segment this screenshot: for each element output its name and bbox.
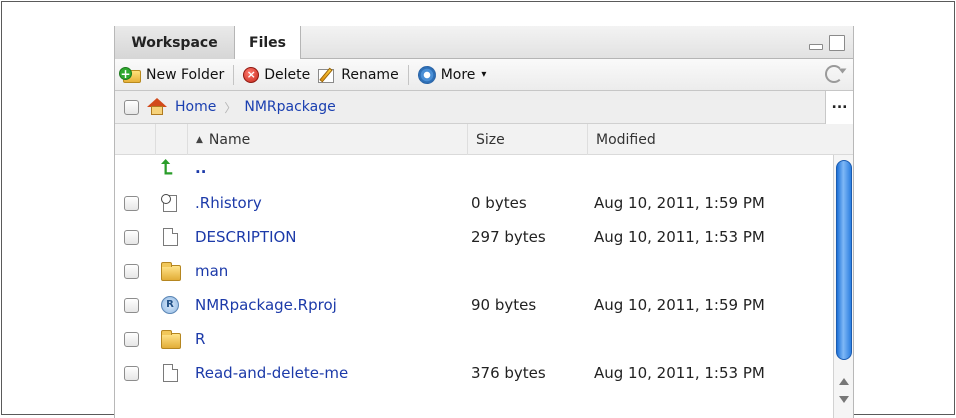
table-row[interactable]: man (115, 254, 835, 288)
header-icon-column (155, 124, 187, 155)
folder-name-link[interactable]: R (195, 330, 205, 348)
go-to-directory-button[interactable]: ... (825, 91, 853, 124)
rename-icon (318, 67, 336, 83)
row-checkbox[interactable] (124, 230, 139, 245)
rename-button[interactable]: Rename (314, 63, 402, 87)
more-label: More (440, 66, 476, 83)
file-modified: Aug 10, 2011, 1:59 PM (594, 296, 765, 314)
breadcrumb-separator-icon: 〉 (224, 100, 237, 115)
files-pane: Workspace Files + New Folder × Delete Re… (114, 26, 854, 418)
table-row[interactable]: Read-and-delete-me 376 bytes Aug 10, 201… (115, 356, 835, 390)
vertical-scrollbar[interactable] (833, 155, 853, 418)
row-checkbox[interactable] (124, 332, 139, 347)
file-modified: Aug 10, 2011, 1:53 PM (594, 228, 765, 246)
text-file-icon (161, 364, 181, 382)
file-name-link[interactable]: .Rhistory (195, 194, 262, 212)
scroll-up-arrow-icon[interactable] (839, 378, 849, 385)
column-size-label: Size (476, 131, 505, 148)
toolbar-separator (407, 64, 409, 85)
file-list-header: ▲ Name Size Modified (115, 124, 853, 155)
new-folder-button[interactable]: + New Folder (115, 63, 228, 87)
breadcrumb-current-link[interactable]: NMRpackage (244, 99, 335, 115)
folder-name-link[interactable]: man (195, 262, 228, 280)
tab-workspace[interactable]: Workspace (115, 26, 235, 59)
select-all-checkbox[interactable] (124, 99, 139, 115)
refresh-icon[interactable] (825, 65, 843, 83)
up-arrow-icon: ⮤ (161, 155, 173, 179)
more-menu-button[interactable]: More ▾ (414, 63, 491, 87)
screenshot-frame: Workspace Files + New Folder × Delete Re… (1, 1, 955, 418)
files-toolbar: + New Folder × Delete Rename More ▾ (115, 59, 853, 91)
table-row[interactable]: R (115, 322, 835, 356)
column-modified-label: Modified (596, 131, 656, 148)
file-name-link[interactable]: DESCRIPTION (195, 228, 297, 246)
pane-window-controls (809, 35, 845, 51)
file-size: 297 bytes (471, 228, 546, 246)
file-name-link[interactable]: NMRpackage.Rproj (195, 296, 337, 314)
column-header-modified[interactable]: Modified (587, 124, 837, 155)
table-row[interactable]: DESCRIPTION 297 bytes Aug 10, 2011, 1:53… (115, 220, 835, 254)
gear-icon (417, 65, 436, 84)
file-modified: Aug 10, 2011, 1:59 PM (594, 194, 765, 212)
column-header-name[interactable]: ▲ Name (187, 124, 467, 155)
row-checkbox[interactable] (124, 298, 139, 313)
folder-icon (161, 262, 181, 281)
new-folder-icon: + (119, 66, 141, 83)
row-checkbox[interactable] (124, 264, 139, 279)
parent-directory-link[interactable]: .. (195, 159, 206, 177)
delete-icon: × (243, 66, 260, 83)
scroll-down-arrow-icon[interactable] (839, 396, 849, 403)
new-folder-label: New Folder (146, 66, 225, 83)
home-icon[interactable] (147, 98, 167, 116)
header-checkbox-column (115, 124, 155, 155)
sort-ascending-icon: ▲ (196, 134, 203, 145)
file-name-link[interactable]: Read-and-delete-me (195, 364, 348, 382)
file-list: ⮤ .. .Rhistory 0 bytes Aug 10, 2011, 1:5… (115, 155, 835, 390)
column-name-label: Name (208, 131, 251, 148)
file-size: 376 bytes (471, 364, 546, 382)
chevron-down-icon: ▾ (481, 69, 487, 80)
toolbar-separator (233, 64, 235, 85)
tab-bar: Workspace Files (115, 26, 853, 60)
column-header-size[interactable]: Size (467, 124, 587, 155)
row-checkbox[interactable] (124, 366, 139, 381)
folder-icon (161, 330, 181, 349)
maximize-pane-button[interactable] (829, 35, 845, 51)
breadcrumb-home-link[interactable]: Home (175, 99, 216, 115)
rproject-file-icon: R (161, 296, 181, 314)
table-row[interactable]: .Rhistory 0 bytes Aug 10, 2011, 1:59 PM (115, 186, 835, 220)
file-size: 90 bytes (471, 296, 537, 314)
minimize-pane-button[interactable] (809, 44, 823, 50)
file-modified: Aug 10, 2011, 1:53 PM (594, 364, 765, 382)
text-file-icon (161, 228, 181, 246)
table-row[interactable]: R NMRpackage.Rproj 90 bytes Aug 10, 2011… (115, 288, 835, 322)
row-checkbox[interactable] (124, 196, 139, 211)
history-file-icon (161, 194, 181, 212)
parent-directory-row[interactable]: ⮤ .. (115, 155, 835, 186)
breadcrumb: Home 〉 NMRpackage ... (115, 91, 853, 124)
file-size: 0 bytes (471, 194, 527, 212)
delete-button[interactable]: × Delete (239, 63, 314, 87)
delete-label: Delete (264, 66, 311, 83)
rename-label: Rename (341, 66, 399, 83)
tab-files[interactable]: Files (235, 26, 301, 60)
scrollbar-thumb[interactable] (836, 160, 852, 360)
